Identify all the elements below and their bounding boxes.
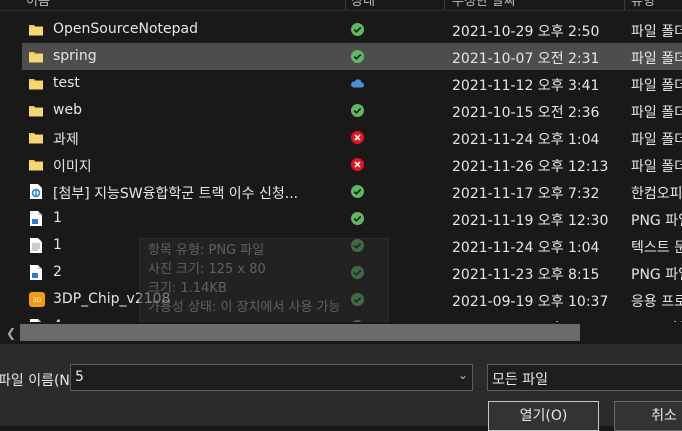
- file-date: 2021-11-24 오후 1:04: [452, 132, 600, 148]
- file-date: 2021-10-29 오후 2:50: [452, 24, 600, 40]
- file-type: 텍스트 문서: [631, 240, 682, 256]
- file-type: 파일 폴더: [631, 51, 682, 67]
- filename-label: 파일 이름(N):: [0, 373, 81, 389]
- synced-check-icon: [350, 103, 365, 118]
- column-date[interactable]: 수정한 날짜: [452, 0, 516, 9]
- file-row[interactable]: 이미지 2021-11-26 오후 12:13 파일 폴더: [22, 151, 682, 178]
- file-date: 2021-11-17 오후 7:32: [452, 186, 600, 202]
- file-date: 2021-11-23 오후 8:15: [452, 267, 600, 283]
- file-row[interactable]: 과제 2021-11-24 오후 1:04 파일 폴더: [22, 124, 682, 151]
- folder-icon: [28, 129, 44, 146]
- column-status[interactable]: 상태: [351, 0, 375, 9]
- filetype-value: 모든 파일: [492, 372, 548, 388]
- chevron-down-icon[interactable]: ⌄: [458, 368, 468, 382]
- file-name: [첨부] 지능SW융합학군 트랙 이수 신청...: [53, 186, 299, 202]
- file-type: 파일 폴더: [631, 78, 682, 94]
- file-type: 한컴오피스: [631, 186, 682, 202]
- file-name: web: [53, 102, 82, 118]
- file-name: 과제: [53, 132, 79, 148]
- filename-input[interactable]: 5 ⌄: [70, 364, 473, 391]
- file-date: 2021-11-24 오후 1:04: [452, 240, 600, 256]
- file-date: 2021-09-19 오후 10:37: [452, 294, 609, 310]
- file-type: 파일 폴더: [631, 132, 682, 148]
- file-row[interactable]: spring 2021-10-07 오전 2:31 파일 폴더: [22, 43, 682, 70]
- open-button[interactable]: 열기(O): [488, 401, 599, 431]
- app-icon: 3D: [28, 291, 45, 308]
- file-row[interactable]: 1 2021-11-19 오후 12:30 PNG 파일: [22, 205, 682, 232]
- folder-icon: [28, 156, 44, 173]
- file-name: 1: [53, 210, 62, 226]
- synced-check-icon: [350, 49, 365, 64]
- file-date: 2021-10-15 오전 2:36: [452, 105, 600, 121]
- file-row[interactable]: test 2021-11-12 오후 3:41 파일 폴더: [22, 70, 682, 97]
- file-date: 2021-10-07 오전 2:31: [452, 51, 600, 67]
- file-date: 2021-11-26 오후 12:13: [452, 159, 609, 175]
- file-type: 응용 프로그램: [631, 294, 682, 310]
- folder-icon: [28, 75, 44, 92]
- tooltip-availability: 가용성 상태: 이 장치에서 사용 가능: [148, 300, 341, 315]
- tooltip-size: 크기: 1.14KB: [148, 281, 227, 296]
- file-name: 이미지: [53, 159, 92, 175]
- folder-icon: [28, 21, 44, 38]
- png-icon: [28, 264, 44, 281]
- png-icon: [28, 210, 44, 227]
- scrollbar-thumb[interactable]: [20, 324, 580, 341]
- synced-check-icon: [350, 211, 365, 226]
- text-icon: [28, 237, 44, 254]
- filename-value: 5: [75, 369, 84, 385]
- folder-icon: [28, 102, 44, 119]
- file-row[interactable]: [첨부] 지능SW융합학군 트랙 이수 신청... 2021-11-17 오후 7…: [22, 178, 682, 205]
- file-type: 파일 폴더: [631, 159, 682, 175]
- file-list[interactable]: 이름 상태 수정한 날짜 유형 OpenSourceNotepad 2021-10…: [0, 0, 682, 322]
- svg-text:3D: 3D: [33, 297, 42, 304]
- file-row[interactable]: web 2021-10-15 오전 2:36 파일 폴더: [22, 97, 682, 124]
- tooltip-type: 항목 유형: PNG 파일: [148, 243, 265, 258]
- filetype-select[interactable]: 모든 파일: [487, 364, 682, 391]
- synced-check-icon: [350, 184, 365, 199]
- cloud-icon: [350, 76, 365, 91]
- column-name[interactable]: 이름: [26, 0, 50, 9]
- file-type: PNG 파일: [631, 213, 682, 229]
- file-type: PNG 파일: [631, 267, 682, 283]
- file-type: 파일 폴더: [631, 105, 682, 121]
- folder-icon: [28, 48, 44, 65]
- column-type[interactable]: 유형: [631, 0, 655, 9]
- scroll-left-icon[interactable]: ❮: [6, 326, 16, 340]
- sync-error-icon: [350, 130, 365, 145]
- sync-error-icon: [350, 157, 365, 172]
- dialog-footer: 파일 이름(N): 5 ⌄ 모든 파일 열기(O) 취소: [0, 345, 682, 431]
- file-name: test: [53, 75, 80, 91]
- file-name: spring: [53, 48, 97, 64]
- file-info-tooltip: 항목 유형: PNG 파일 사진 크기: 125 x 80 크기: 1.14KB…: [139, 238, 389, 322]
- cancel-button[interactable]: 취소: [614, 401, 682, 431]
- file-date: 2021-11-19 오후 12:30: [452, 213, 609, 229]
- file-date: 2021-11-12 오후 3:41: [452, 78, 600, 94]
- column-header: 이름 상태 수정한 날짜 유형: [0, 0, 682, 11]
- horizontal-scrollbar[interactable]: ❮: [0, 322, 682, 344]
- synced-check-icon: [350, 22, 365, 37]
- file-name: OpenSourceNotepad: [53, 21, 198, 37]
- file-type: 파일 폴더: [631, 24, 682, 40]
- file-row[interactable]: OpenSourceNotepad 2021-10-29 오후 2:50 파일 폴더: [22, 16, 682, 43]
- tooltip-dimensions: 사진 크기: 125 x 80: [148, 262, 266, 277]
- hwp-icon: [28, 183, 44, 200]
